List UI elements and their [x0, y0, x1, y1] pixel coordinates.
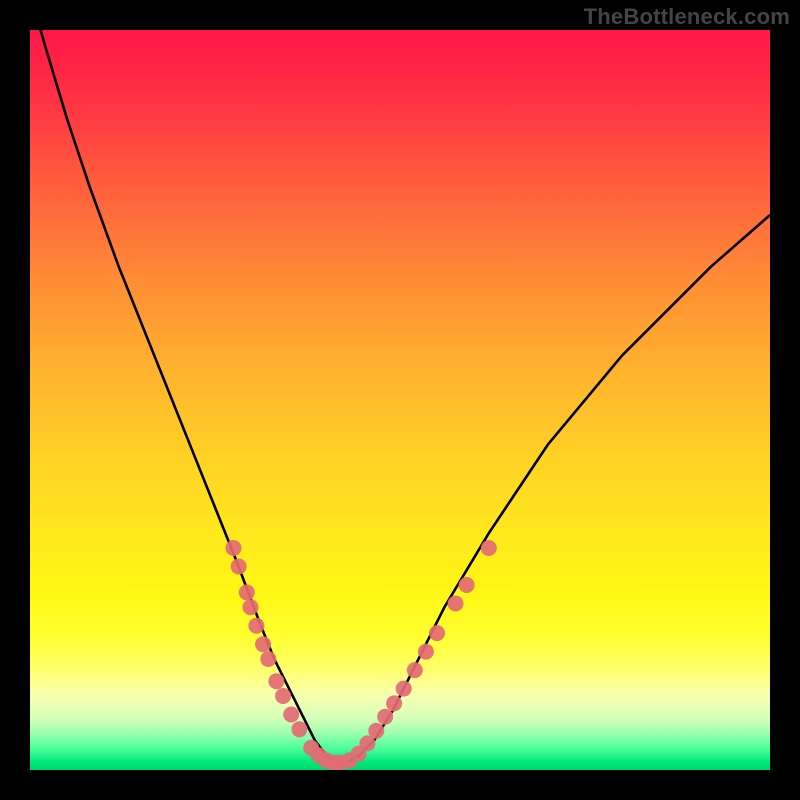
curve-marker: [255, 636, 271, 652]
curve-marker: [291, 721, 307, 737]
curve-marker: [368, 723, 384, 739]
curve-marker: [429, 625, 445, 641]
curve-marker: [459, 577, 475, 593]
curve-marker: [448, 596, 464, 612]
curve-marker: [260, 651, 276, 667]
curve-marker: [226, 540, 242, 556]
curve-svg: [30, 30, 770, 770]
curve-marker: [481, 540, 497, 556]
curve-marker: [268, 673, 284, 689]
plot-area: [30, 30, 770, 770]
curve-marker: [231, 559, 247, 575]
curve-marker: [283, 707, 299, 723]
curve-marker: [275, 688, 291, 704]
curve-marker: [386, 695, 402, 711]
curve-marker: [407, 662, 423, 678]
curve-marker: [248, 618, 264, 634]
bottleneck-curve: [30, 30, 770, 763]
chart-frame: TheBottleneck.com: [0, 0, 800, 800]
curve-marker: [396, 681, 412, 697]
curve-marker: [243, 599, 259, 615]
curve-marker: [377, 709, 393, 725]
curve-markers: [226, 540, 497, 770]
curve-marker: [239, 584, 255, 600]
watermark-text: TheBottleneck.com: [584, 4, 790, 30]
curve-marker: [418, 644, 434, 660]
